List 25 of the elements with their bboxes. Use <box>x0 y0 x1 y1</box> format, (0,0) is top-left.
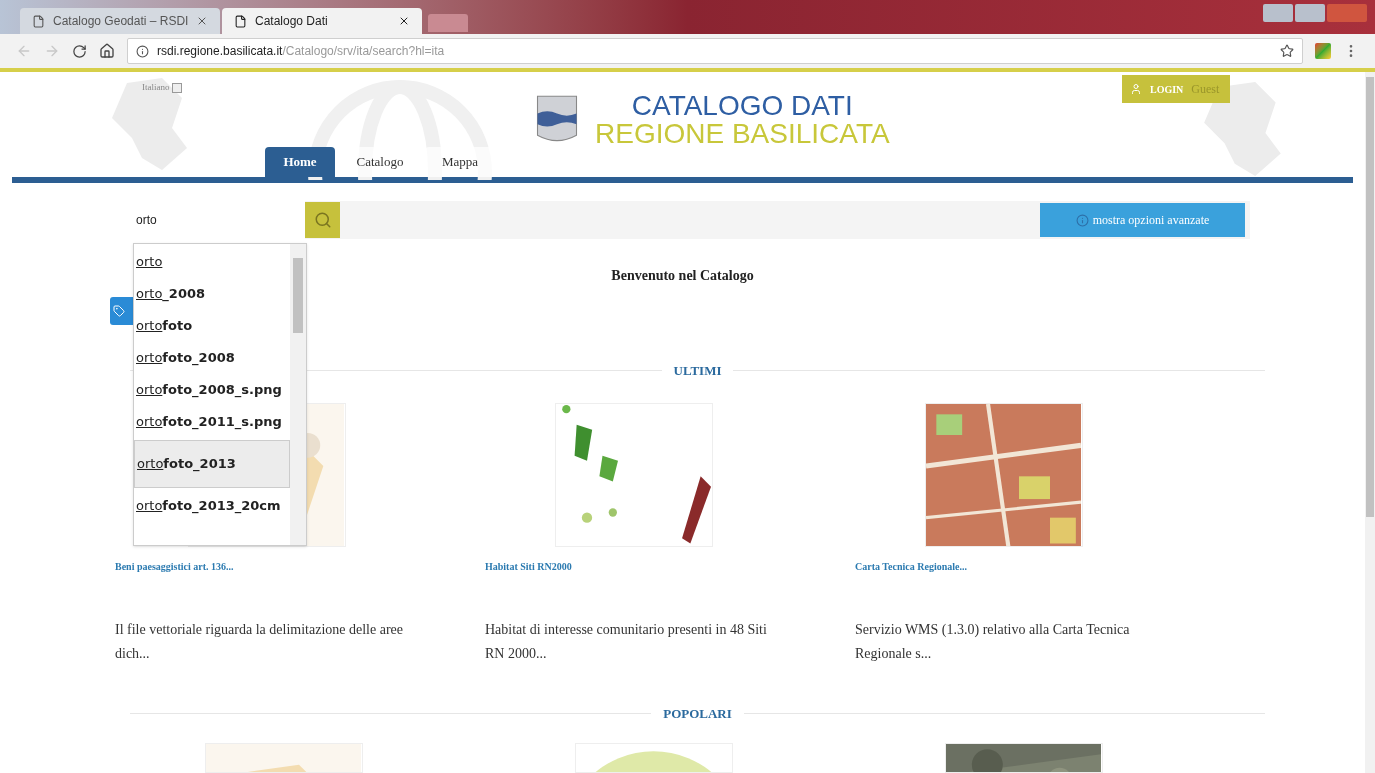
browser-tab[interactable]: Catalogo Dati <box>222 8 422 34</box>
suggestion-item[interactable]: ortofoto_2008 <box>134 342 290 374</box>
card-title[interactable]: Habitat Siti RN2000 <box>485 558 855 574</box>
suggestion-item[interactable]: ortofoto <box>134 310 290 342</box>
search-field[interactable]: orto <box>130 201 305 239</box>
section-heading: ULTIMI <box>673 362 722 380</box>
welcome-heading: Benvenuto nel Catalogo <box>611 267 754 285</box>
address-field[interactable]: rsdi.regione.basilicata.it/Catalogo/srv/ita/search?hl=ita <box>127 38 1303 64</box>
suggestion-item[interactable]: ortofoto_2013 <box>134 440 290 488</box>
suggestion-item[interactable]: ortofoto_2013_20cm <box>134 490 290 522</box>
browser-tab[interactable]: Catalogo Geodati – RSDI <box>20 8 220 34</box>
card-description: Servizio WMS (1.3.0) relativo alla Carta Tecnica Regionale s... <box>855 620 1131 663</box>
suggestion-item[interactable]: ortofoto_2011_s.png <box>134 406 290 438</box>
section-heading: POPOLARI <box>663 704 732 723</box>
card-title[interactable]: Carta Tecnica Regionale... <box>855 558 1225 574</box>
nav-tab[interactable]: Home <box>265 147 335 178</box>
suggestion-item[interactable]: ortofoto_2008_s.png <box>134 374 290 406</box>
suggestion-item[interactable]: orto <box>134 246 290 278</box>
card-title[interactable]: Beni paesaggistici art. 136... <box>115 558 485 574</box>
suggestion-item[interactable]: orto_2008 <box>134 278 290 310</box>
card-description: Habitat di interesse comunitario presenti in 48 Siti RN 2000... <box>485 620 768 663</box>
logo-subtitle: REGIONE BASILICATA <box>595 120 890 148</box>
logo-title: CATALOGO DATI <box>630 92 854 120</box>
card-description: Il file vettoriale riguarda la delimitazione delle aree dich... <box>115 620 405 663</box>
nav-tab[interactable]: Mappa <box>425 147 495 178</box>
